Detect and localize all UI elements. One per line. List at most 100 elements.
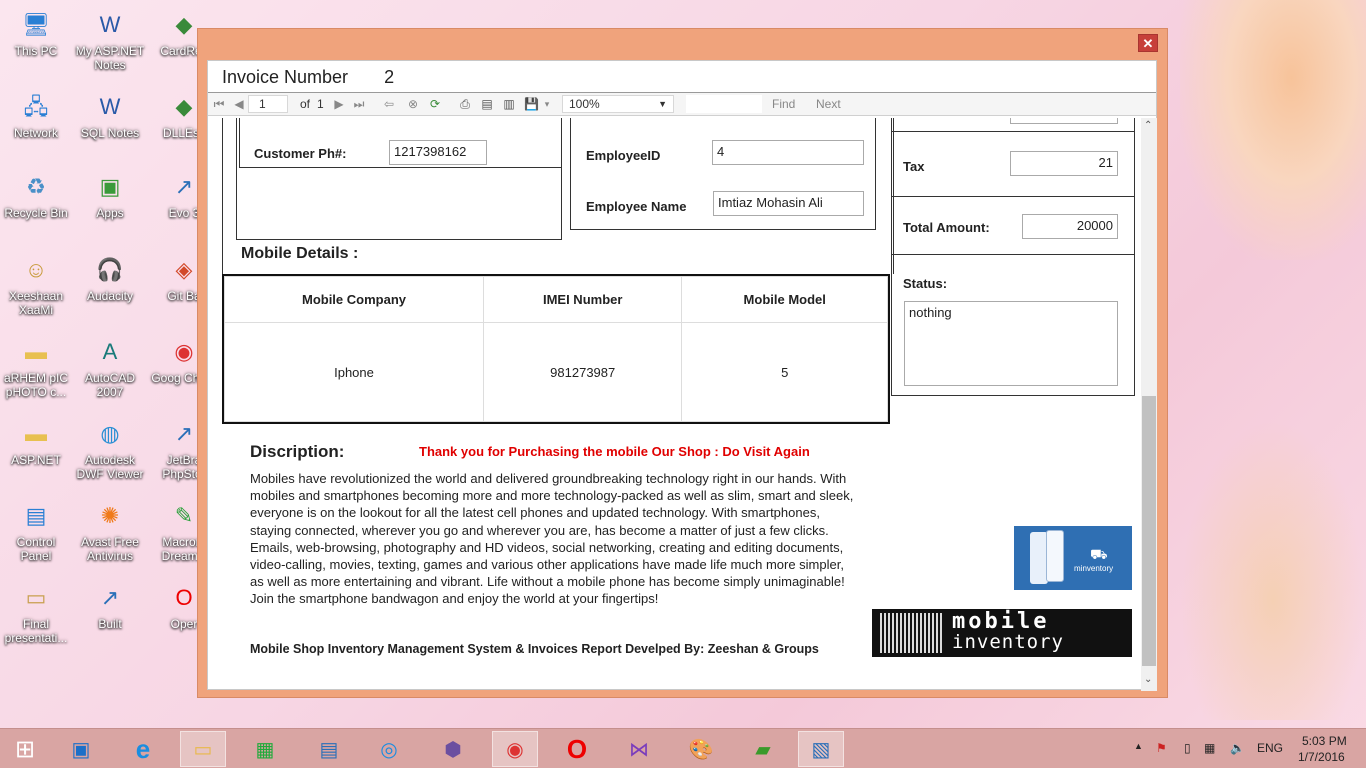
- dreamweaver-icon: ✎: [174, 503, 194, 528]
- desktop-icon[interactable]: ▤ Control Panel: [0, 499, 72, 564]
- action-center-icon[interactable]: ⚑: [1156, 741, 1167, 755]
- shortcut-icon: ↗: [100, 585, 120, 610]
- media-icon[interactable]: ◎: [366, 731, 412, 767]
- table-header-imei: IMEI Number: [482, 276, 683, 323]
- back-icon[interactable]: ⇦: [382, 97, 396, 111]
- git-icon: ◈: [175, 257, 193, 282]
- ie-icon[interactable]: e: [120, 731, 166, 767]
- close-button[interactable]: ✕: [1138, 34, 1158, 52]
- forklift-icon: ⛟: [1090, 546, 1108, 562]
- export-icon[interactable]: 💾: [524, 97, 539, 111]
- chevron-down-icon[interactable]: ▾: [540, 97, 554, 111]
- status-field: nothing: [904, 301, 1118, 386]
- cell-imei: 981273987: [482, 322, 683, 422]
- print-layout-icon[interactable]: ▤: [480, 97, 494, 111]
- folder-icon: ▬: [25, 339, 47, 364]
- report-viewer-icon[interactable]: ▧: [798, 731, 844, 767]
- taskbar: ⊞ ▣ e ▭ ▦ ▤ ◎ ⬢ ◉ O ⋈ 🎨 ▰ ▧ ▲ ⚑ ▯ ▦ 🔈 EN…: [0, 728, 1366, 768]
- page-number-input[interactable]: 1: [248, 95, 288, 113]
- next-page-icon[interactable]: ▶: [332, 97, 346, 111]
- last-page-icon[interactable]: ⏭: [352, 97, 366, 111]
- paint-icon[interactable]: 🎨: [678, 731, 724, 767]
- shortcut-icon: ↗: [174, 421, 194, 446]
- desktop-icon-label: Final presentati...: [4, 617, 68, 645]
- total-amount-field: 20000: [1022, 214, 1118, 239]
- employee-name-field: Imtiaz Mohasin Ali: [713, 191, 864, 216]
- find-link[interactable]: Find: [772, 97, 795, 111]
- mobile-inventory-logo: mobile inventory: [872, 609, 1132, 657]
- desktop-icon[interactable]: A AutoCAD 2007: [74, 335, 146, 400]
- page-setup-icon[interactable]: ▥: [502, 97, 516, 111]
- desktop-icon-label: Control Panel: [16, 535, 56, 563]
- control-panel-icon[interactable]: ▣: [58, 731, 104, 767]
- invoice-number-value: 2: [384, 67, 395, 87]
- clock-date[interactable]: 1/7/2016: [1298, 750, 1345, 764]
- minventory-logo-text: minventory: [1074, 564, 1114, 573]
- invoice-title: Invoice Number 2: [222, 67, 394, 88]
- android-icon: ▣: [99, 174, 121, 199]
- find-input[interactable]: [686, 95, 762, 113]
- start-button[interactable]: ⊞: [2, 731, 48, 767]
- description-text: Mobiles have revolutionized the world an…: [250, 471, 854, 607]
- remote-icon[interactable]: ▤: [306, 731, 352, 767]
- desktop-icon[interactable]: 🖥 This PC: [0, 8, 72, 59]
- first-page-icon[interactable]: ⏮: [212, 97, 226, 111]
- next-link[interactable]: Next: [816, 97, 841, 111]
- desktop-icon[interactable]: ▭ Final presentati...: [0, 581, 72, 646]
- page-total: 1: [317, 97, 324, 111]
- network-tray-icon[interactable]: ▦: [1204, 741, 1215, 755]
- scrollbar-thumb[interactable]: [1142, 396, 1156, 666]
- battery-icon[interactable]: ▯: [1184, 741, 1191, 755]
- store-icon[interactable]: ▦: [242, 731, 288, 767]
- invoice-number-label: Invoice Number: [222, 67, 349, 87]
- desktop-icon[interactable]: W My ASP.NET Notes: [74, 8, 146, 73]
- desktop-icon[interactable]: ▣ Apps: [74, 170, 146, 221]
- scroll-up-icon[interactable]: ⌃: [1144, 120, 1152, 131]
- volume-icon[interactable]: 🔈: [1230, 741, 1245, 755]
- stop-icon[interactable]: ⊗: [406, 97, 420, 111]
- computer-icon: 🖥: [22, 12, 50, 37]
- refresh-icon[interactable]: ⟳: [428, 97, 442, 111]
- desktop-icon[interactable]: ↗ Built: [74, 581, 146, 632]
- tor-icon[interactable]: ⬢: [430, 731, 476, 767]
- customer-phone-label: Customer Ph#:: [254, 146, 347, 161]
- description-heading: Discription:: [250, 442, 345, 461]
- thank-you-text: Thank you for Purchasing the mobile Our …: [419, 444, 810, 459]
- wallpaper-flower: [1180, 420, 1366, 720]
- desktop-icon[interactable]: 🎧 Audacity: [74, 253, 146, 304]
- desktop-icon[interactable]: ▬ ASP.NET: [0, 417, 72, 468]
- cell-company: Iphone: [224, 322, 484, 422]
- avast-icon: ✺: [100, 503, 120, 528]
- visual-studio-icon[interactable]: ⋈: [616, 731, 662, 767]
- table-header-model: Mobile Model: [681, 276, 888, 323]
- desktop-icon-label: Built: [98, 617, 122, 631]
- chevron-down-icon: ▼: [658, 99, 667, 109]
- print-icon[interactable]: ⎙: [458, 97, 472, 111]
- desktop-icon[interactable]: W SQL Notes: [74, 90, 146, 141]
- desktop-icon[interactable]: 🖧 Network: [0, 90, 72, 141]
- scroll-down-icon[interactable]: ⌄: [1144, 674, 1152, 685]
- file-explorer-icon[interactable]: ▭: [180, 731, 226, 767]
- zoom-select[interactable]: 100% ▼: [562, 95, 674, 113]
- folder-icon: ▬: [25, 421, 47, 446]
- chevron-up-icon[interactable]: ▲: [1134, 741, 1143, 751]
- phone-icon: [1046, 530, 1064, 582]
- clock-time[interactable]: 5:03 PM: [1302, 734, 1347, 748]
- chrome-icon[interactable]: ◉: [492, 731, 538, 767]
- bluestacks-icon[interactable]: ▰: [740, 731, 786, 767]
- barcode-icon: [880, 613, 942, 653]
- app-icon: ◆: [175, 94, 193, 119]
- desktop-icon[interactable]: ✺ Avast Free Antivirus: [74, 499, 146, 564]
- opera-icon[interactable]: O: [554, 731, 600, 767]
- desktop-icon[interactable]: ◍ Autodesk DWF Viewer: [74, 417, 146, 482]
- desktop-icon[interactable]: ☺ Xeeshaan XaaMi: [0, 253, 72, 318]
- chrome-icon: ◉: [174, 339, 194, 364]
- language-indicator[interactable]: ENG: [1257, 741, 1283, 755]
- desktop-icon[interactable]: ♻ Recycle Bin: [0, 170, 72, 221]
- report-toolbar: ⏮ ◀ 1 of 1 ▶ ⏭ ⇦ ⊗ ⟳ ⎙ ▤ ▥ 💾 ▾ 100% ▼ Fin…: [208, 92, 1156, 116]
- vertical-scrollbar[interactable]: ⌃ ⌄: [1141, 118, 1157, 691]
- desktop-icon-label: Autodesk DWF Viewer: [76, 453, 144, 481]
- desktop-icon[interactable]: ▬ aRHEM pIC pHOTO c...: [0, 335, 72, 400]
- wallpaper-flower: [1180, 0, 1366, 260]
- prev-page-icon[interactable]: ◀: [232, 97, 246, 111]
